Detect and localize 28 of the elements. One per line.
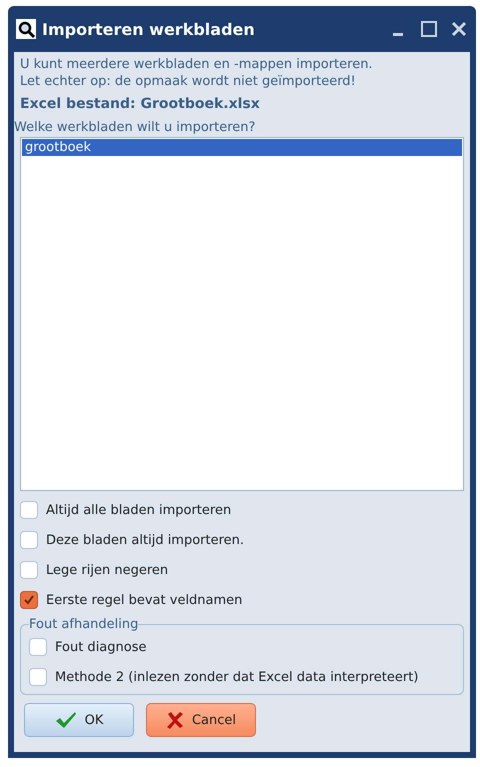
cancel-button[interactable]: Cancel	[146, 703, 256, 737]
ok-button[interactable]: OK	[24, 703, 134, 737]
checkbox[interactable]	[29, 638, 47, 656]
window-title: Importeren werkbladen	[42, 20, 256, 38]
checkbox[interactable]	[20, 591, 38, 609]
file-label: Excel bestand: Grootboek.xlsx	[20, 96, 261, 112]
group-title: Fout afhandeling	[29, 617, 138, 632]
checkbox[interactable]	[29, 668, 47, 686]
checkbox-label: Fout diagnose	[55, 640, 146, 654]
checkbox-label: Altijd alle bladen importeren	[46, 502, 232, 518]
list-label: Welke werkbladen wilt u importeren?	[14, 120, 256, 135]
check-icon	[23, 594, 35, 606]
sheet-list[interactable]: grootboek	[20, 137, 464, 491]
close-icon[interactable]	[450, 20, 468, 38]
maximize-icon[interactable]	[420, 20, 438, 38]
list-item[interactable]: grootboek	[22, 139, 462, 156]
intro-text: Let echter op: de opmaak wordt niet geïmporteerd!	[20, 73, 357, 90]
checkbox-label: Eerste regel bevat veldnamen	[46, 592, 242, 608]
checkbox-label: Methode 2 (inlezen zonder dat Excel data interpreteert)	[55, 670, 418, 684]
checkbox[interactable]	[20, 501, 38, 519]
checkbox[interactable]	[20, 561, 38, 579]
checkbox-label: Deze bladen altijd importeren.	[46, 532, 244, 548]
checkbox[interactable]	[20, 531, 38, 549]
magnifier-icon	[16, 19, 36, 39]
checkbox-label: Lege rijen negeren	[46, 562, 168, 578]
cross-icon	[166, 711, 184, 729]
intro-text: U kunt meerdere werkbladen en -mappen importeren.	[20, 56, 374, 73]
checkmark-icon	[54, 711, 77, 729]
